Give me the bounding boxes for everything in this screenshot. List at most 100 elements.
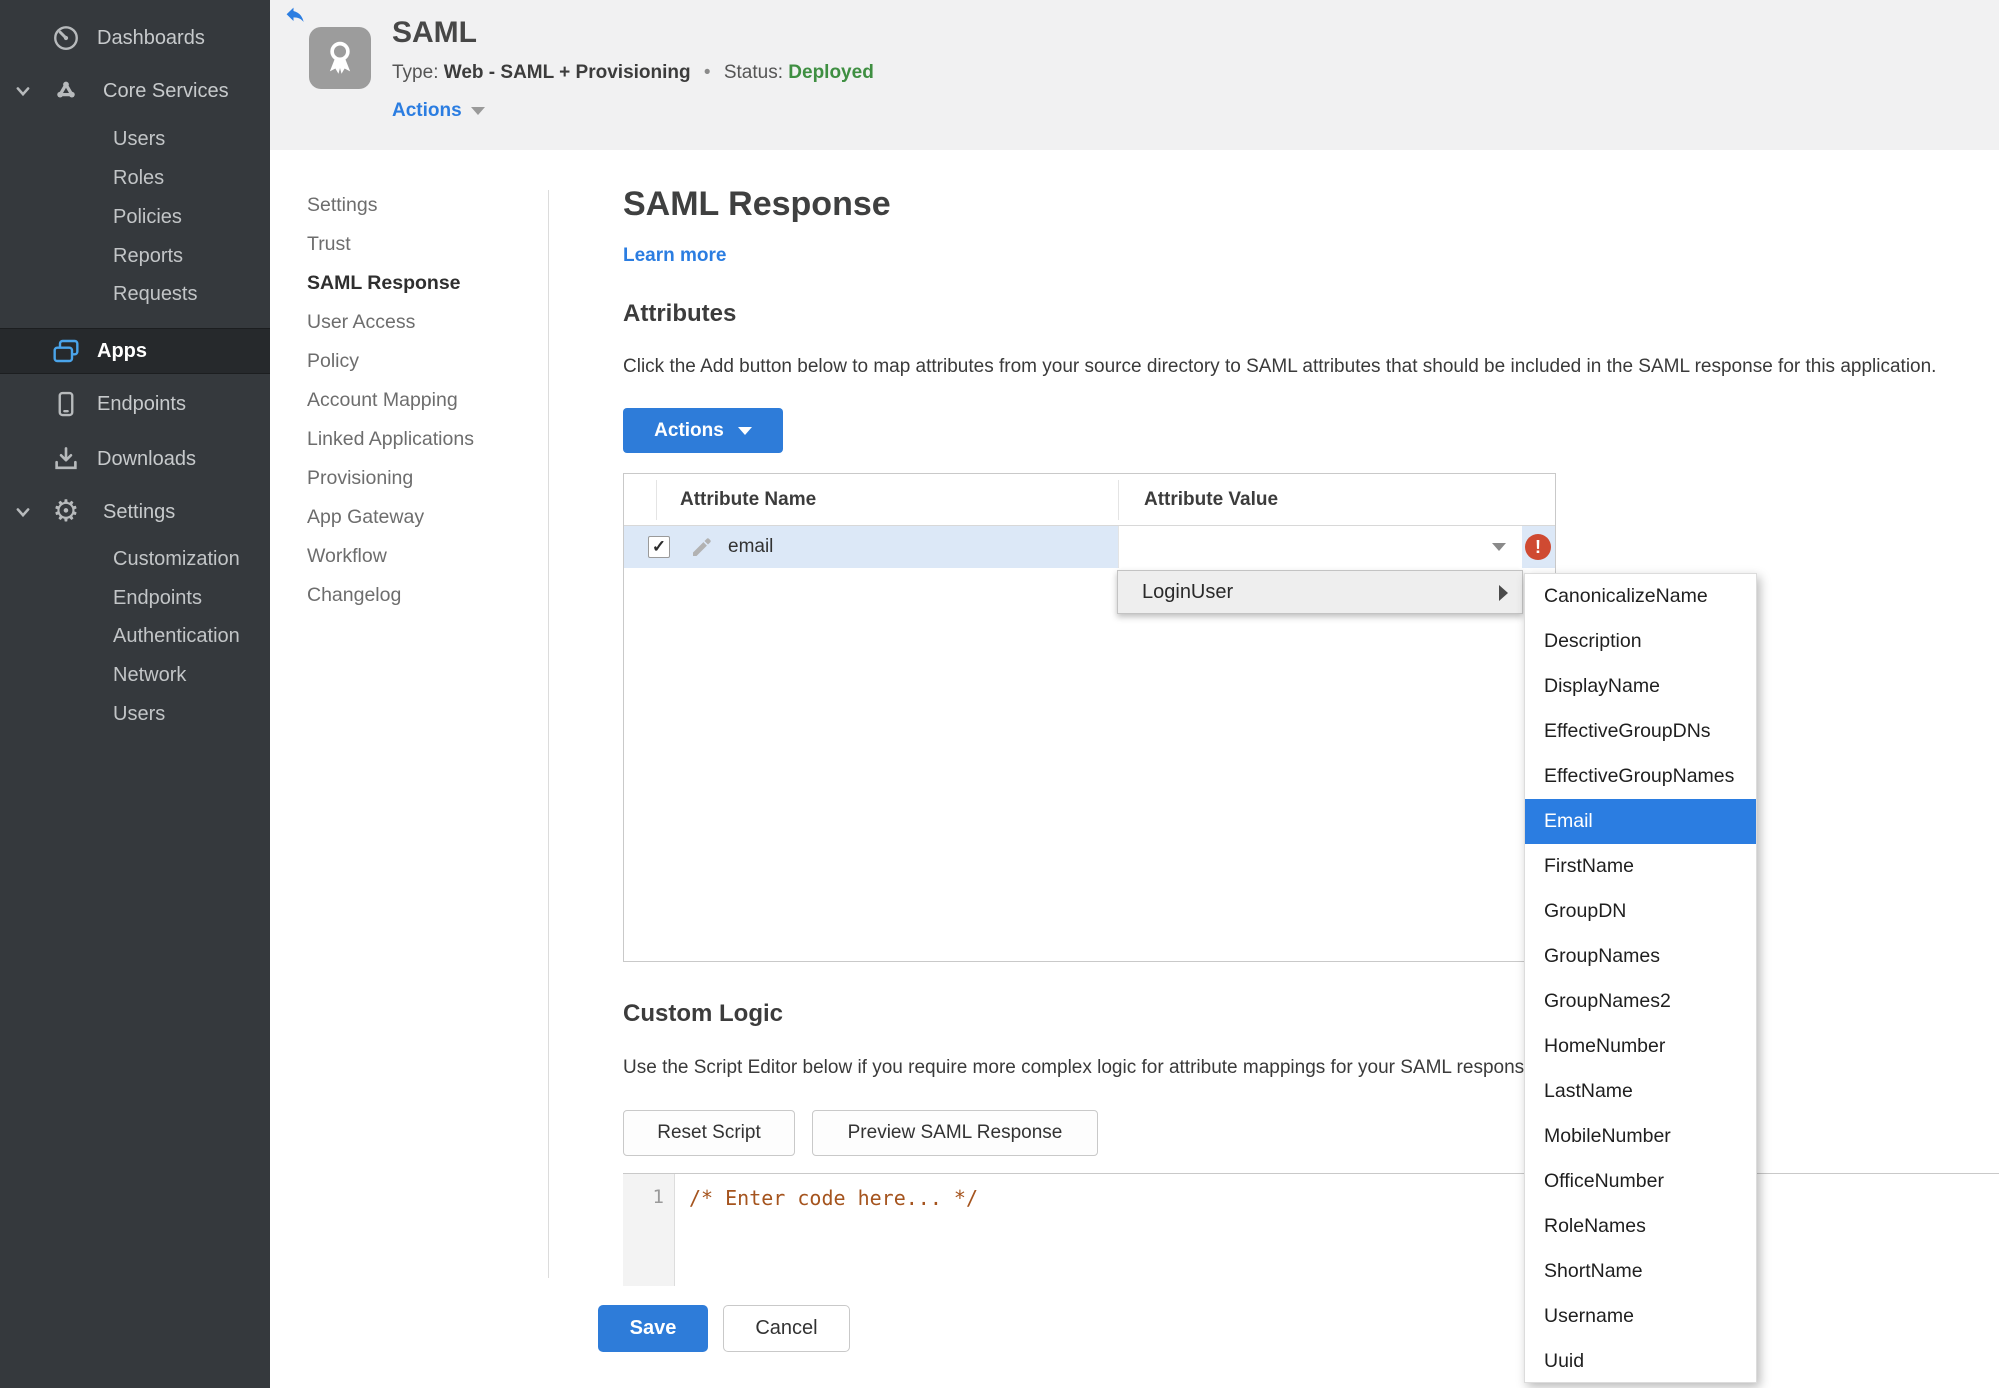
sidebar-item-network[interactable]: Network — [0, 655, 270, 695]
learn-more-link[interactable]: Learn more — [623, 245, 726, 267]
sidebar-item-dashboards[interactable]: Dashboards — [0, 18, 270, 58]
row-checkbox[interactable]: ✓ — [648, 536, 670, 558]
submenu-option[interactable]: GroupNames — [1525, 934, 1756, 979]
submenu-option[interactable]: GroupNames2 — [1525, 979, 1756, 1024]
subnav-changelog[interactable]: Changelog — [307, 576, 474, 615]
submenu-option[interactable]: HomeNumber — [1525, 1024, 1756, 1069]
meta-separator: • — [703, 62, 711, 83]
table-row[interactable]: ✓ email ! — [624, 526, 1555, 568]
attributes-actions-button[interactable]: Actions — [623, 408, 783, 453]
column-header-attribute-value: Attribute Value — [1144, 489, 1279, 510]
sidebar-item-reports[interactable]: Reports — [0, 236, 270, 276]
chevron-down-icon — [470, 107, 485, 115]
page: Dashboards Core Services Users Roles Pol… — [0, 0, 1999, 1388]
script-editor[interactable]: 1 /* Enter code here... */ — [623, 1173, 1999, 1286]
attribute-name-cell: email — [728, 536, 774, 557]
value-menu-loginuser[interactable]: LoginUser — [1117, 570, 1523, 614]
column-header-attribute-name: Attribute Name — [680, 489, 817, 510]
submenu-option[interactable]: FirstName — [1525, 844, 1756, 889]
editor-code[interactable]: /* Enter code here... */ — [689, 1186, 978, 1210]
sidebar-item-settings-users[interactable]: Users — [0, 694, 270, 734]
sidebar-item-label: Endpoints — [97, 392, 186, 415]
submenu-option[interactable]: EffectiveGroupDNs — [1525, 709, 1756, 754]
submenu-option[interactable]: Username — [1525, 1294, 1756, 1339]
attributes-table: Attribute Name Attribute Value ✓ email ! — [623, 473, 1556, 962]
subnav-saml-response[interactable]: SAML Response — [307, 264, 474, 303]
app-title: SAML — [392, 16, 477, 49]
submenu-option-selected[interactable]: Email — [1525, 799, 1756, 844]
subnav-workflow[interactable]: Workflow — [307, 537, 474, 576]
submenu-option[interactable]: Uuid — [1525, 1339, 1756, 1384]
sidebar-item-downloads[interactable]: Downloads — [0, 439, 270, 479]
sidebar-item-core-services[interactable]: Core Services — [0, 71, 270, 111]
type-value: Web - SAML + Provisioning — [443, 62, 691, 83]
chevron-down-icon[interactable] — [14, 82, 32, 100]
value-submenu: CanonicalizeName Description DisplayName… — [1524, 573, 1757, 1383]
error-icon: ! — [1525, 534, 1551, 560]
subnav-settings[interactable]: Settings — [307, 186, 474, 225]
subnav-linked-applications[interactable]: Linked Applications — [307, 420, 474, 459]
checkbox-checked-icon: ✓ — [651, 537, 667, 556]
sidebar-item-authentication[interactable]: Authentication — [0, 616, 270, 656]
subnav-provisioning[interactable]: Provisioning — [307, 459, 474, 498]
subnav-app-gateway[interactable]: App Gateway — [307, 498, 474, 537]
submenu-option[interactable]: MobileNumber — [1525, 1114, 1756, 1159]
gauge-icon — [50, 22, 82, 54]
subnav-trust[interactable]: Trust — [307, 225, 474, 264]
sidebar-item-endpoints[interactable]: Endpoints — [0, 384, 270, 424]
status-badge: Deployed — [788, 62, 874, 83]
sidebar-item-label: Settings — [103, 500, 176, 523]
gear-icon: ⚙ — [52, 495, 80, 528]
row-error-zone: ! — [1522, 526, 1555, 568]
sidebar-item-label: Core Services — [103, 79, 229, 102]
header-actions-menu[interactable]: Actions — [392, 100, 485, 122]
sidebar-item-settings[interactable]: ⚙ Settings — [0, 492, 270, 532]
sidebar-item-requests[interactable]: Requests — [0, 274, 270, 314]
sidebar-item-roles[interactable]: Roles — [0, 158, 270, 198]
attributes-table-header: Attribute Name Attribute Value — [624, 474, 1555, 526]
download-icon — [50, 443, 82, 475]
submenu-option[interactable]: Description — [1525, 619, 1756, 664]
back-arrow-icon[interactable] — [283, 2, 307, 26]
submenu-option[interactable]: ShortName — [1525, 1249, 1756, 1294]
status-label: Status: — [723, 62, 783, 83]
sidebar-item-label: Dashboards — [97, 26, 205, 49]
sidebar-item-label: Downloads — [97, 447, 196, 470]
submenu-option[interactable]: DisplayName — [1525, 664, 1756, 709]
page-title: SAML Response — [623, 185, 891, 223]
endpoint-device-icon — [50, 388, 82, 420]
chevron-down-icon[interactable] — [14, 503, 32, 521]
attributes-heading: Attributes — [623, 300, 737, 327]
submenu-option[interactable]: RoleNames — [1525, 1204, 1756, 1249]
submenu-option[interactable]: CanonicalizeName — [1525, 574, 1756, 619]
reset-script-button[interactable]: Reset Script — [623, 1110, 795, 1156]
subnav-user-access[interactable]: User Access — [307, 303, 474, 342]
subnav-account-mapping[interactable]: Account Mapping — [307, 381, 474, 420]
submenu-arrow-icon — [1499, 585, 1508, 601]
type-label: Type: — [392, 62, 439, 83]
apps-icon — [50, 335, 82, 367]
edit-pencil-icon[interactable] — [690, 535, 714, 559]
submenu-option[interactable]: LastName — [1525, 1069, 1756, 1114]
save-button[interactable]: Save — [598, 1305, 708, 1352]
preview-saml-response-button[interactable]: Preview SAML Response — [812, 1110, 1098, 1156]
sidebar-item-customization[interactable]: Customization — [0, 539, 270, 579]
submenu-option[interactable]: EffectiveGroupNames — [1525, 754, 1756, 799]
chevron-down-icon — [737, 426, 752, 435]
sidebar-item-settings-endpoints[interactable]: Endpoints — [0, 578, 270, 618]
line-number: 1 — [652, 1186, 664, 1208]
award-icon — [309, 27, 371, 89]
column-divider — [656, 480, 657, 520]
cancel-button[interactable]: Cancel — [723, 1305, 850, 1352]
custom-logic-heading: Custom Logic — [623, 1000, 783, 1027]
submenu-option[interactable]: OfficeNumber — [1525, 1159, 1756, 1204]
sidebar-item-users[interactable]: Users — [0, 119, 270, 159]
sidebar-item-policies[interactable]: Policies — [0, 197, 270, 237]
sidebar-item-apps[interactable]: Apps — [0, 328, 270, 374]
attribute-value-dropdown[interactable] — [1118, 526, 1522, 568]
core-services-icon — [50, 75, 82, 107]
app-subnav: Settings Trust SAML Response User Access… — [307, 186, 474, 615]
submenu-option[interactable]: GroupDN — [1525, 889, 1756, 934]
subnav-policy[interactable]: Policy — [307, 342, 474, 381]
dropdown-caret-icon[interactable] — [1492, 543, 1506, 551]
